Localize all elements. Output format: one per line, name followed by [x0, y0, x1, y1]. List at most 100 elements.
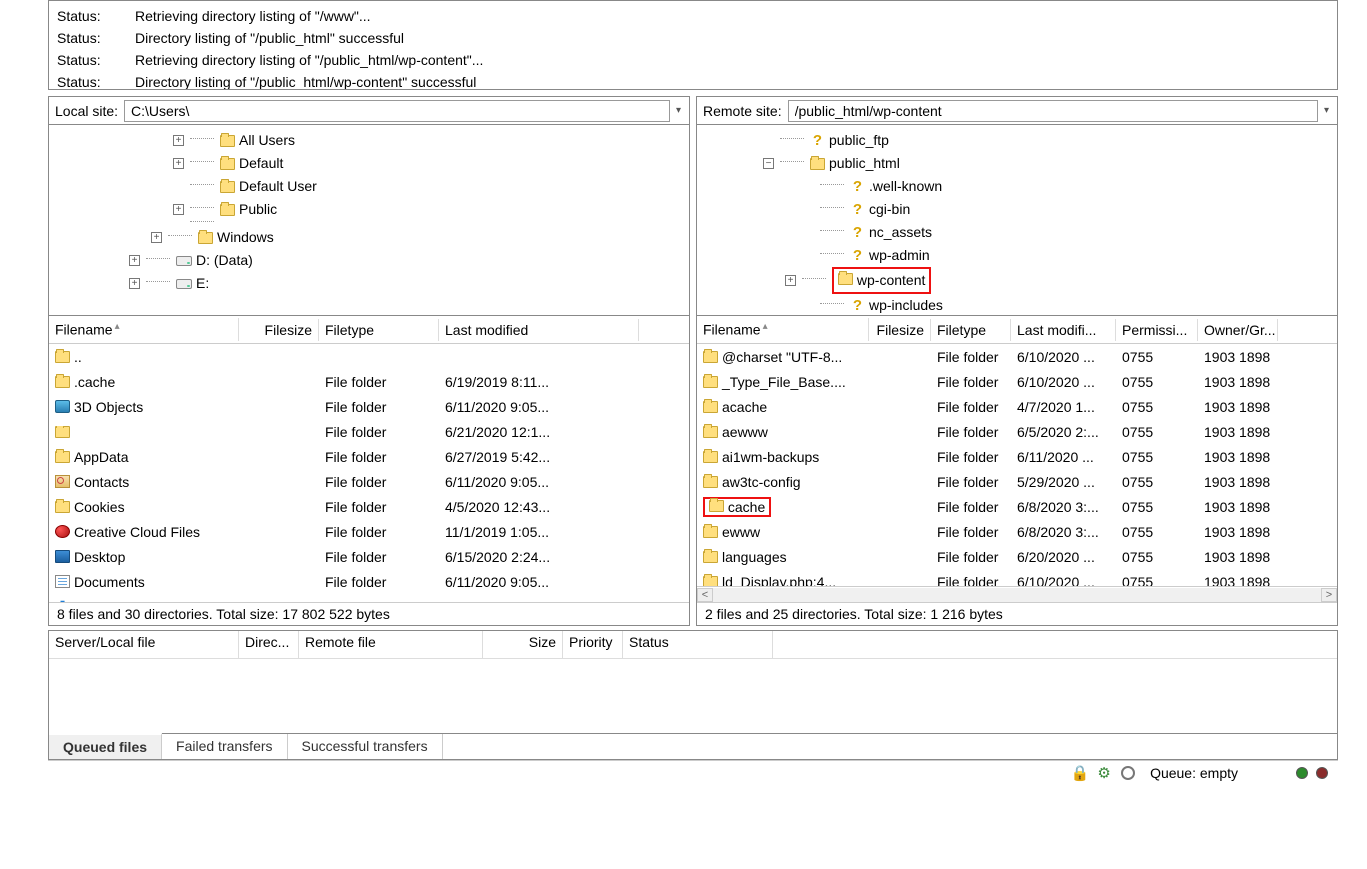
tree-item[interactable]: +Public	[53, 198, 685, 221]
col-filesize[interactable]: Filesize	[869, 319, 931, 341]
folder-icon	[55, 376, 70, 388]
file-name: Cookies	[74, 499, 125, 515]
tree-item[interactable]: ?public_ftp	[701, 129, 1333, 152]
question-icon: ?	[850, 298, 865, 313]
expander-icon[interactable]: −	[763, 158, 774, 169]
folder-icon	[703, 351, 718, 363]
col-filesize[interactable]: Filesize	[239, 319, 319, 341]
file-modified: 4/5/2020 12:43...	[439, 499, 639, 515]
list-item[interactable]: AppData File folder 6/27/2019 5:42...	[49, 444, 689, 469]
file-permissions: 0755	[1116, 524, 1198, 540]
remote-columns[interactable]: Filename▴ Filesize Filetype Last modifi.…	[697, 316, 1337, 344]
list-item[interactable]: aewww File folder 6/5/2020 2:... 0755 19…	[697, 419, 1337, 444]
expander-icon[interactable]: +	[173, 204, 184, 215]
tree-item[interactable]: ?wp-includes	[701, 294, 1333, 316]
list-item[interactable]: .cache File folder 6/19/2019 8:11...	[49, 369, 689, 394]
file-modified: 6/19/2019 8:11...	[439, 374, 639, 390]
lock-icon[interactable]: 🔒	[1072, 765, 1088, 781]
col-permissions[interactable]: Permissi...	[1116, 319, 1198, 341]
list-item[interactable]: @charset "UTF-8... File folder 6/10/2020…	[697, 344, 1337, 369]
tree-item[interactable]: Default User	[53, 175, 685, 198]
list-item[interactable]: ld_Display.php:4... File folder 6/10/202…	[697, 569, 1337, 586]
tree-item[interactable]: −public_html	[701, 152, 1333, 175]
tree-item[interactable]: +D: (Data)	[53, 249, 685, 272]
file-modified: 11/1/2019 1:05...	[439, 524, 639, 540]
tab-failed[interactable]: Failed transfers	[162, 734, 287, 759]
col-server[interactable]: Server/Local file	[49, 631, 239, 658]
local-columns[interactable]: Filename▴ Filesize Filetype Last modifie…	[49, 316, 689, 344]
queue-columns[interactable]: Server/Local file Direc... Remote file S…	[49, 631, 1337, 659]
desktop-icon	[55, 550, 70, 563]
log-message: Retrieving directory listing of "/www"..…	[135, 5, 1329, 27]
col-filetype[interactable]: Filetype	[931, 319, 1011, 341]
list-item[interactable]: ..	[49, 344, 689, 369]
col-priority[interactable]: Priority	[563, 631, 623, 658]
col-filename[interactable]: Filename▴	[697, 318, 869, 341]
col-lastmod[interactable]: Last modifi...	[1011, 319, 1116, 341]
tree-item[interactable]: ?cgi-bin	[701, 198, 1333, 221]
list-item[interactable]: File folder 6/21/2020 12:1...	[49, 419, 689, 444]
disc-icon[interactable]	[1120, 765, 1136, 781]
file-name: @charset "UTF-8...	[722, 349, 842, 365]
remote-hscroll[interactable]: <>	[697, 586, 1337, 602]
col-filename[interactable]: Filename▴	[49, 318, 239, 341]
tree-item[interactable]: ?nc_assets	[701, 221, 1333, 244]
list-item[interactable]: ai1wm-backups File folder 6/11/2020 ... …	[697, 444, 1337, 469]
file-permissions: 0755	[1116, 499, 1198, 515]
tree-item[interactable]: +E:	[53, 272, 685, 295]
list-item[interactable]: acache File folder 4/7/2020 1... 0755 19…	[697, 394, 1337, 419]
col-status[interactable]: Status	[623, 631, 773, 658]
chevron-down-icon[interactable]: ▾	[676, 105, 681, 116]
queue-body[interactable]	[49, 659, 1337, 733]
col-filetype[interactable]: Filetype	[319, 319, 439, 341]
local-path-input[interactable]	[124, 100, 670, 122]
file-type: File folder	[319, 499, 439, 515]
status-log[interactable]: Status: Retrieving directory listing of …	[48, 0, 1338, 90]
tab-success[interactable]: Successful transfers	[288, 734, 443, 759]
list-item[interactable]: Contacts File folder 6/11/2020 9:05...	[49, 469, 689, 494]
list-item[interactable]: Documents File folder 6/11/2020 9:05...	[49, 569, 689, 594]
documents-icon	[55, 575, 70, 588]
tree-item[interactable]: +All Users	[53, 129, 685, 152]
log-message: Directory listing of "/public_html" succ…	[135, 27, 1329, 49]
list-item[interactable]: ⬇Downloads File folder 6/21/2020 12:1...	[49, 594, 689, 602]
tree-item[interactable]: +Windows	[53, 226, 685, 249]
tab-queued[interactable]: Queued files	[49, 733, 162, 759]
col-size[interactable]: Size	[483, 631, 563, 658]
expander-icon[interactable]: +	[129, 278, 140, 289]
tree-item[interactable]: ?.well-known	[701, 175, 1333, 198]
tree-item[interactable]: + wp-content	[701, 267, 1333, 294]
list-item[interactable]: cache File folder 6/8/2020 3:... 0755 19…	[697, 494, 1337, 519]
col-owner[interactable]: Owner/Gr...	[1198, 319, 1278, 341]
remote-path-input[interactable]	[788, 100, 1318, 122]
expander-icon[interactable]: +	[129, 255, 140, 266]
list-item[interactable]: Cookies File folder 4/5/2020 12:43...	[49, 494, 689, 519]
expander-icon[interactable]: +	[785, 275, 796, 286]
chevron-down-icon[interactable]: ▾	[1324, 105, 1329, 116]
remote-files[interactable]: @charset "UTF-8... File folder 6/10/2020…	[697, 344, 1337, 586]
expander-icon[interactable]: +	[151, 232, 162, 243]
list-item[interactable]: Creative Cloud Files File folder 11/1/20…	[49, 519, 689, 544]
col-direction[interactable]: Direc...	[239, 631, 299, 658]
list-item[interactable]: languages File folder 6/20/2020 ... 0755…	[697, 544, 1337, 569]
file-owner: 1903 1898	[1198, 399, 1278, 415]
tree-item[interactable]: ?wp-admin	[701, 244, 1333, 267]
col-lastmod[interactable]: Last modified	[439, 319, 639, 341]
remote-site-header: Remote site: ▾	[696, 96, 1338, 124]
list-item[interactable]: _Type_File_Base.... File folder 6/10/202…	[697, 369, 1337, 394]
expander-icon[interactable]: +	[173, 135, 184, 146]
question-icon: ?	[850, 225, 865, 240]
gear-icon[interactable]: ⚙	[1096, 765, 1112, 781]
list-item[interactable]: aw3tc-config File folder 5/29/2020 ... 0…	[697, 469, 1337, 494]
list-item[interactable]: ewww File folder 6/8/2020 3:... 0755 190…	[697, 519, 1337, 544]
folder-icon	[703, 526, 718, 538]
tree-item[interactable]: +Default	[53, 152, 685, 175]
col-remote[interactable]: Remote file	[299, 631, 483, 658]
remote-tree[interactable]: ?public_ftp−public_html?.well-known?cgi-…	[696, 124, 1338, 316]
local-files[interactable]: .. .cache File folder 6/19/2019 8:11...3…	[49, 344, 689, 602]
list-item[interactable]: 3D Objects File folder 6/11/2020 9:05...	[49, 394, 689, 419]
local-tree[interactable]: +All Users+DefaultDefault User+Public +Wi…	[48, 124, 690, 316]
file-type: File folder	[931, 349, 1011, 365]
expander-icon[interactable]: +	[173, 158, 184, 169]
list-item[interactable]: Desktop File folder 6/15/2020 2:24...	[49, 544, 689, 569]
